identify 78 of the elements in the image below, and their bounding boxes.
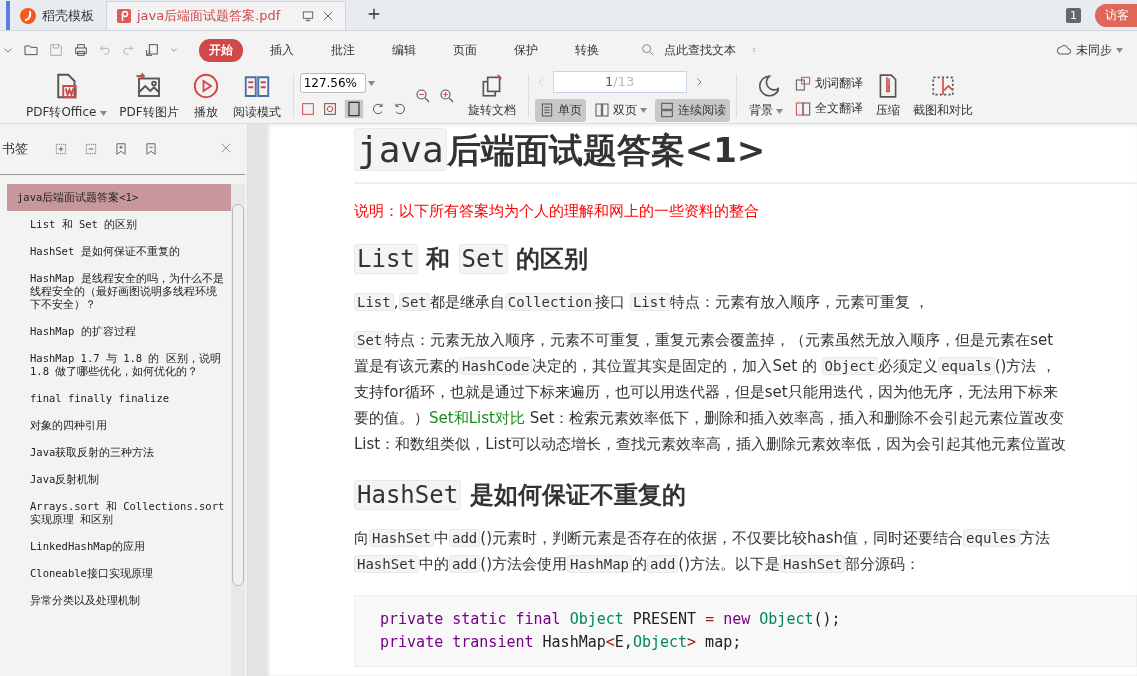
paragraph: List , Set 都是继承自 Collection 接口 List 特点：元素有放入顺序，元素可重复 ， xyxy=(354,289,1137,315)
view-mode-button[interactable]: 双页 xyxy=(589,98,651,122)
word-translate-icon[interactable] xyxy=(795,75,812,92)
section-heading: List 和 Set 的区别 xyxy=(354,243,1137,275)
fit-page-icon[interactable] xyxy=(321,101,338,117)
monitor-icon[interactable] xyxy=(301,9,315,23)
bookmark-item[interactable]: Cloneable接口实现原理 xyxy=(0,560,231,587)
menu-tab[interactable]: 保护 xyxy=(504,38,548,62)
bookmark-item[interactable]: LinkedHashMap的应用 xyxy=(0,533,231,560)
paragraph: Set 特点：元素无放入顺序，元素不可重复，重复元素会覆盖掉，（元素虽然无放入顺序，但是元素在set 置是有该元素的 HashCode 决定的，其位置其实是固定的，加入Set 的 Object 必须定义 equals ()方法 ， 支持for循环，也就是通过下标来遍历，也可以用迭代器，但是set只能用迭代，因为他无序，无法用下标来 要的值。）Set和List对比 Set：检索元素效率低下，删除和插入效率高，插入和删除不会引起元素位置改变 List：和数组类似，List可以动态增长，查找元素效率高，插入删除元素效率低，因为会引起其他元素位置改 xyxy=(354,330,1068,455)
section-heading: HashSet 是如何保证不重复的 xyxy=(354,479,1137,511)
expand-all-icon[interactable] xyxy=(54,142,68,156)
rotate-button[interactable]: 旋转文档 xyxy=(461,73,522,119)
bookmark-item[interactable]: java后端面试题答案<1> xyxy=(7,184,231,211)
export-icon[interactable] xyxy=(144,42,160,58)
toolbar-button[interactable]: PDF转Office xyxy=(20,71,114,121)
caret-icon[interactable] xyxy=(1116,47,1123,53)
print-icon[interactable] xyxy=(73,42,89,58)
search-field[interactable]: 点此查找文本 xyxy=(640,42,756,58)
toolbar-button[interactable]: PDF转图片 xyxy=(113,71,185,121)
bookmark-item[interactable]: HashMap 1.7 与 1.8 的 区别，说明 1.8 做了哪些优化，如何优化的？ xyxy=(0,345,231,385)
caret-icon[interactable] xyxy=(367,80,375,86)
translate-button[interactable]: 全文翻译 xyxy=(789,99,870,118)
menu-tab[interactable]: 转换 xyxy=(565,38,609,62)
bookmark-item[interactable]: Arrays.sort 和 Collections.sort 实现原理 和区别 xyxy=(0,493,231,533)
compress-button[interactable]: 压缩 xyxy=(869,73,908,119)
toolbar-button[interactable]: 播放 xyxy=(184,71,227,121)
note-text: 说明：以下所有答案均为个人的理解和网上的一些资料的整合 xyxy=(354,202,760,221)
document-title: java后端面试题答案<1> xyxy=(354,124,1137,184)
page-number-field[interactable]: 1/13 xyxy=(552,70,687,93)
bookmark-item[interactable]: Java反射机制 xyxy=(0,466,231,493)
add-bookmark-icon[interactable] xyxy=(114,142,128,156)
bookmark-item[interactable]: 异常分类以及处理机制 xyxy=(0,587,231,614)
menu-tab[interactable]: 编辑 xyxy=(382,38,426,62)
bookmark-item[interactable]: 对象的四种引用 xyxy=(0,412,231,439)
text-translate-icon[interactable] xyxy=(795,100,812,117)
paragraph: 向 HashSet 中 add ()元素时，判断元素是否存在的依据，不仅要比较hash值，同时还要结合 equles 方法 HashSet 中的 add ()方法会使用 HashMap 的 add ()方法。以下是 HashSet 部分源码： xyxy=(354,528,1051,575)
caret-icon[interactable] xyxy=(776,109,784,114)
bookmark-item[interactable]: HashMap 的扩容过程 xyxy=(0,318,231,345)
caret-icon[interactable] xyxy=(639,107,647,113)
folder-icon[interactable] xyxy=(23,42,39,58)
document-tab[interactable]: java后端面试题答案.pdf xyxy=(106,1,346,30)
code-block: private static final Object PRESENT = new Object(); private transient HashMap<E,Object> map; xyxy=(354,595,1137,667)
cloud-icon[interactable] xyxy=(1056,42,1072,58)
view-mode-button[interactable]: 连续阅读 xyxy=(654,98,730,122)
menu-tab[interactable]: 开始 xyxy=(199,38,243,62)
app-logo-icon xyxy=(20,7,36,24)
bookmark-icon[interactable] xyxy=(144,142,158,156)
menu-tab[interactable]: 页面 xyxy=(443,38,487,62)
actual-size-icon[interactable] xyxy=(299,101,316,117)
toolbar-button[interactable]: 阅读模式 xyxy=(226,71,287,121)
menu-tab[interactable]: 批注 xyxy=(321,38,365,62)
screenshot-button[interactable]: 截图和对比 xyxy=(907,73,980,119)
zoom-in-icon[interactable] xyxy=(437,87,456,105)
bookmark-item[interactable]: final finally finalize xyxy=(0,385,231,412)
translate-button[interactable]: 划词翻译 xyxy=(789,74,870,93)
panel-title: 书签 xyxy=(2,140,28,158)
double-page-icon[interactable] xyxy=(593,102,610,118)
close-icon[interactable] xyxy=(321,9,335,23)
search-icon[interactable] xyxy=(640,42,656,58)
scrollbar[interactable] xyxy=(231,184,245,676)
zoom-out-icon[interactable] xyxy=(413,87,432,105)
view-mode-button[interactable]: 单页 xyxy=(534,98,586,122)
zoom-field[interactable]: 127.56% xyxy=(299,73,366,93)
background-button[interactable]: 背景 xyxy=(742,73,790,119)
sync-button[interactable]: 未同步 xyxy=(1050,40,1129,60)
bookmark-item[interactable]: List 和 Set 的区别 xyxy=(0,211,231,238)
menu-tab[interactable]: 插入 xyxy=(260,38,304,62)
fit-width-icon[interactable] xyxy=(343,99,364,119)
bookmark-item[interactable]: HashSet 是如何保证不重复的 xyxy=(0,238,231,265)
bookmark-item[interactable]: Java获取反射的三种方法 xyxy=(0,439,231,466)
collapse-all-icon[interactable] xyxy=(84,142,98,156)
pdf-file-icon xyxy=(117,9,131,23)
caret-icon[interactable] xyxy=(100,111,108,116)
window-count-badge[interactable]: 1 xyxy=(1066,8,1081,23)
plus-icon[interactable] xyxy=(366,6,382,22)
bookmark-item[interactable]: HashMap 是线程安全的吗，为什么不是线程安全的（最好画图说明多线程环境下不安全）？ xyxy=(0,265,231,318)
continuous-pages-icon[interactable] xyxy=(658,102,675,118)
